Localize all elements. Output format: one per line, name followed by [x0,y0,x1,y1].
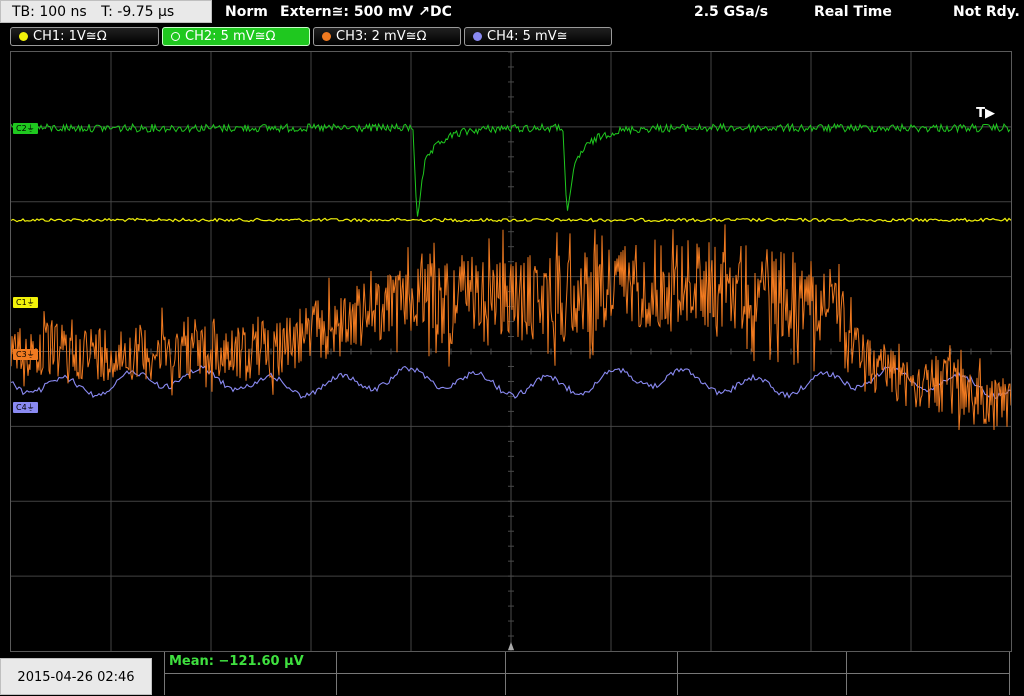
channel-1-tab[interactable]: CH1: 1V≅Ω [10,27,159,46]
trigger-position-marker [508,642,514,650]
trigger-time-label: T: -9.75 µs [101,4,175,20]
status-bar: TB: 100 ns T: -9.75 µs Norm Extern≅: 500… [0,0,1024,24]
channel-2-tab[interactable]: CH2: 5 mV≅Ω [162,27,310,46]
waveform-display[interactable]: T▶ C2⏚ C1⏚ C3⏚ C4⏚ [10,51,1012,652]
date-time: 2015-04-26 02:46 [0,658,152,695]
acquisition-state: Not Rdy. [953,4,1020,20]
channel-3-dot-icon [322,32,331,41]
trigger-offscreen-marker: T▶ [976,106,995,121]
trigger-source[interactable]: Extern≅: 500 mV ↗DC [280,0,452,24]
acquisition-mode: Real Time [814,4,892,20]
channel-3-label: CH3: 2 mV≅Ω [336,29,427,44]
channel-4-dot-icon [473,32,482,41]
timebase-box[interactable]: TB: 100 ns T: -9.75 µs [0,0,212,23]
mean-measurement: Mean: −121.60 µV [169,654,304,669]
channel-4-label: CH4: 5 mV≅ [487,29,568,44]
timebase-label: TB: 100 ns [12,4,87,20]
channel-2-label: CH2: 5 mV≅Ω [185,29,276,44]
channel-2-dot-icon [171,32,180,41]
channel-3-tab[interactable]: CH3: 2 mV≅Ω [313,27,461,46]
channel-bar: CH1: 1V≅Ω CH2: 5 mV≅Ω CH3: 2 mV≅Ω CH4: 5… [0,26,1024,48]
trigger-mode[interactable]: Norm [225,0,268,24]
channel-4-offset-marker[interactable]: C4⏚ [13,402,38,413]
measurement-row-divider [164,673,1009,674]
sample-rate: 2.5 GSa/s [694,4,769,20]
channel-1-offset-marker[interactable]: C1⏚ [13,297,38,308]
channel-1-label: CH1: 1V≅Ω [33,29,107,44]
channel-4-tab[interactable]: CH4: 5 mV≅ [464,27,612,46]
channel-1-dot-icon [19,32,28,41]
channel-2-offset-marker[interactable]: C2⏚ [13,123,38,134]
channel-3-offset-marker[interactable]: C3⏚ [13,349,38,360]
waveform-canvas [11,52,1011,651]
